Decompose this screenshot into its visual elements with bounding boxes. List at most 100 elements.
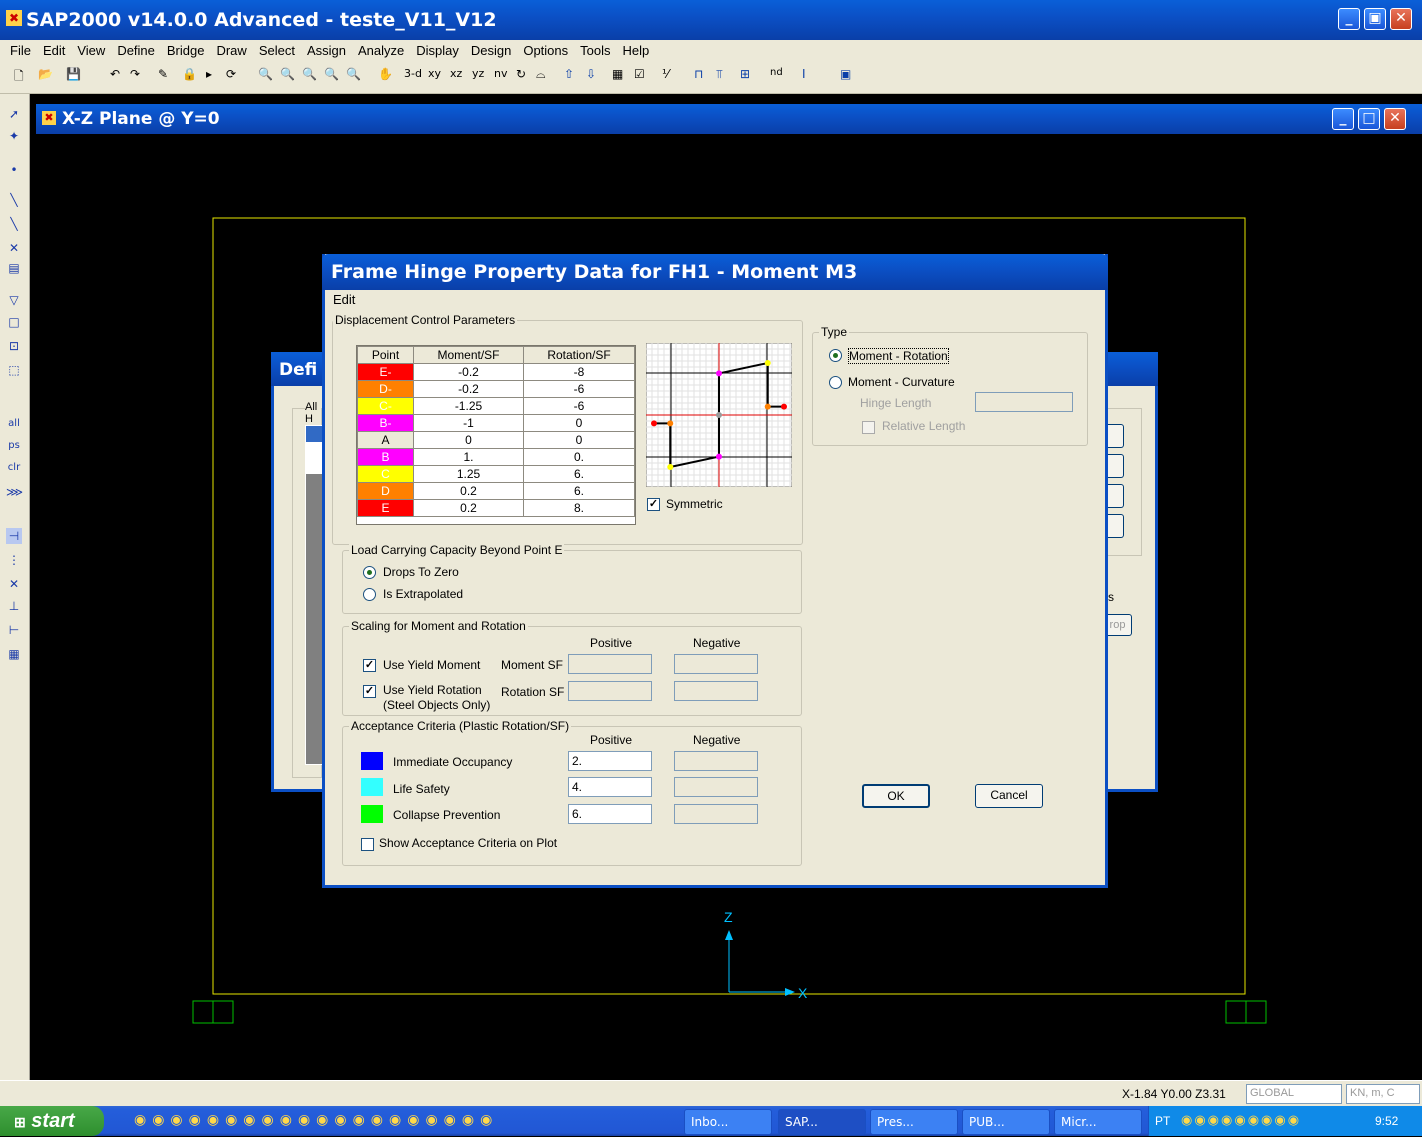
view-3d-button[interactable]: 3-d <box>404 67 422 80</box>
pencil-icon[interactable]: ✎ <box>158 67 168 81</box>
check-icon[interactable]: ☑ <box>634 67 645 81</box>
moment-cell[interactable]: -1 <box>413 414 524 432</box>
moment-cell[interactable]: 0.2 <box>413 482 524 500</box>
hinge-point-row[interactable]: A00 <box>357 431 635 449</box>
display-icon[interactable]: ▣ <box>840 67 851 81</box>
view-nv-button[interactable]: nv <box>494 67 507 80</box>
menu-file[interactable]: File <box>4 40 37 62</box>
point-cell[interactable]: B <box>357 448 414 466</box>
use-yield-rotation-checkbox[interactable]: ✓ <box>363 685 376 698</box>
close-button[interactable]: ✕ <box>1390 8 1412 30</box>
task-inbox[interactable]: Inbo... <box>684 1109 772 1135</box>
use-yield-moment-checkbox[interactable]: ✓ <box>363 659 376 672</box>
hinge-point-row[interactable]: C 1.25 6. <box>357 465 635 483</box>
moment-sf-negative-input[interactable] <box>674 654 758 674</box>
hinge-point-row[interactable]: D 0.2 6. <box>357 482 635 500</box>
menu-bridge[interactable]: Bridge <box>161 40 211 62</box>
menu-view[interactable]: View <box>71 40 111 62</box>
view-xz-button[interactable]: xz <box>450 67 462 80</box>
move-down-icon[interactable]: ⇩ <box>586 67 596 81</box>
rotation-cell[interactable]: -6 <box>523 397 635 415</box>
task-pres[interactable]: Pres... <box>870 1109 958 1135</box>
io-negative-input[interactable] <box>674 751 758 771</box>
save-icon[interactable]: 💾 <box>66 67 81 81</box>
dialog-edit-menu[interactable]: Edit <box>333 292 355 307</box>
grid-icon[interactable]: ▦ <box>612 67 623 81</box>
intersect-icon[interactable]: ⋙ <box>6 484 23 500</box>
frame3-icon[interactable]: ⊞ <box>740 67 750 81</box>
rect-area-icon[interactable]: □ <box>6 314 22 330</box>
view-xy-button[interactable]: xy <box>428 67 441 80</box>
relative-length-checkbox[interactable] <box>862 421 875 434</box>
rotation-cell[interactable]: 0. <box>523 448 635 466</box>
frame2-icon[interactable]: ⫪ <box>716 67 723 82</box>
nd-button[interactable]: nd <box>770 67 783 78</box>
menu-assign[interactable]: Assign <box>301 40 352 62</box>
restore-button[interactable]: ▣ <box>1364 8 1386 30</box>
io-positive-input[interactable]: 2. <box>568 751 652 771</box>
ls-positive-input[interactable]: 4. <box>568 777 652 797</box>
rotation-cell[interactable]: 0 <box>523 431 635 449</box>
zoom-out-icon[interactable]: 🔍 <box>324 67 339 81</box>
snap-inter-icon[interactable]: ✕ <box>6 576 22 592</box>
moment-cell[interactable]: 1.25 <box>413 465 524 483</box>
previous-select-icon[interactable]: ps <box>6 438 22 454</box>
viewport-close-button[interactable]: ✕ <box>1384 108 1406 130</box>
run-icon[interactable]: ▸ <box>206 67 212 81</box>
rotation-cell[interactable]: -8 <box>523 363 635 381</box>
zoom-window-icon[interactable]: 🔍 <box>258 67 273 81</box>
moment-cell[interactable]: 0 <box>413 431 524 449</box>
point-cell[interactable]: A <box>357 431 414 449</box>
view-yz-button[interactable]: yz <box>472 67 484 80</box>
rotate-icon[interactable]: ↻ <box>516 67 526 81</box>
moment-sf-positive-input[interactable] <box>568 654 652 674</box>
menu-design[interactable]: Design <box>465 40 517 62</box>
menu-analyze[interactable]: Analyze <box>352 40 410 62</box>
cp-negative-input[interactable] <box>674 804 758 824</box>
snap-grid-icon[interactable]: ▦ <box>6 646 22 662</box>
menu-tools[interactable]: Tools <box>574 40 616 62</box>
task-pub[interactable]: PUB... <box>962 1109 1050 1135</box>
solid-icon[interactable]: ⬚ <box>6 362 22 378</box>
section-icon[interactable]: Ⅰ <box>802 67 806 81</box>
reshape-icon[interactable]: ✦ <box>6 128 22 144</box>
moment-cell[interactable]: -0.2 <box>413 380 524 398</box>
brace-icon[interactable]: ✕ <box>6 240 22 256</box>
moment-cell[interactable]: 1. <box>413 448 524 466</box>
moment-rotation-radio[interactable] <box>829 349 842 362</box>
ls-negative-input[interactable] <box>674 777 758 797</box>
moment-cell[interactable]: -0.2 <box>413 363 524 381</box>
rotation-cell[interactable]: 6. <box>523 482 635 500</box>
point-cell[interactable]: C- <box>357 397 414 415</box>
move-up-icon[interactable]: ⇧ <box>564 67 574 81</box>
open-file-icon[interactable]: 📂 <box>38 67 53 81</box>
undo-icon[interactable]: ↶ <box>110 67 120 81</box>
lock-icon[interactable]: 🔒 <box>182 67 197 81</box>
point-cell[interactable]: C <box>357 465 414 483</box>
snap-end-icon[interactable]: ⊢ <box>6 622 22 638</box>
rotation-cell[interactable]: -6 <box>523 380 635 398</box>
hinge-point-row[interactable]: C- -1.25 -6 <box>357 397 635 415</box>
point-cell[interactable]: B- <box>357 414 414 432</box>
percent-icon[interactable]: ⅟ <box>662 67 669 81</box>
clear-select-icon[interactable]: clr <box>6 460 22 476</box>
viewport-maximize-button[interactable]: □ <box>1358 108 1380 130</box>
hinge-point-row[interactable]: B- -1 0 <box>357 414 635 432</box>
hinge-length-input[interactable] <box>975 392 1073 412</box>
point-cell[interactable]: D <box>357 482 414 500</box>
refresh-icon[interactable]: ⟳ <box>226 67 236 81</box>
start-button[interactable]: ⊞ start <box>0 1106 104 1136</box>
menu-help[interactable]: Help <box>617 40 656 62</box>
cancel-button[interactable]: Cancel <box>975 784 1043 808</box>
perspective-icon[interactable]: ⌓ <box>536 67 546 82</box>
is-extrapolated-radio[interactable] <box>363 588 376 601</box>
moment-cell[interactable]: -1.25 <box>413 397 524 415</box>
moment-cell[interactable]: 0.2 <box>413 499 524 517</box>
frame-icon[interactable]: ⊓ <box>694 67 703 81</box>
hinge-point-row[interactable]: E- -0.2 -8 <box>357 363 635 381</box>
show-acceptance-checkbox[interactable] <box>361 838 374 851</box>
redo-icon[interactable]: ↷ <box>130 67 140 81</box>
select-all-icon[interactable]: all <box>6 416 22 432</box>
quick-frame-icon[interactable]: ╲ <box>6 216 22 232</box>
draw-frame-icon[interactable]: ╲ <box>6 192 22 208</box>
